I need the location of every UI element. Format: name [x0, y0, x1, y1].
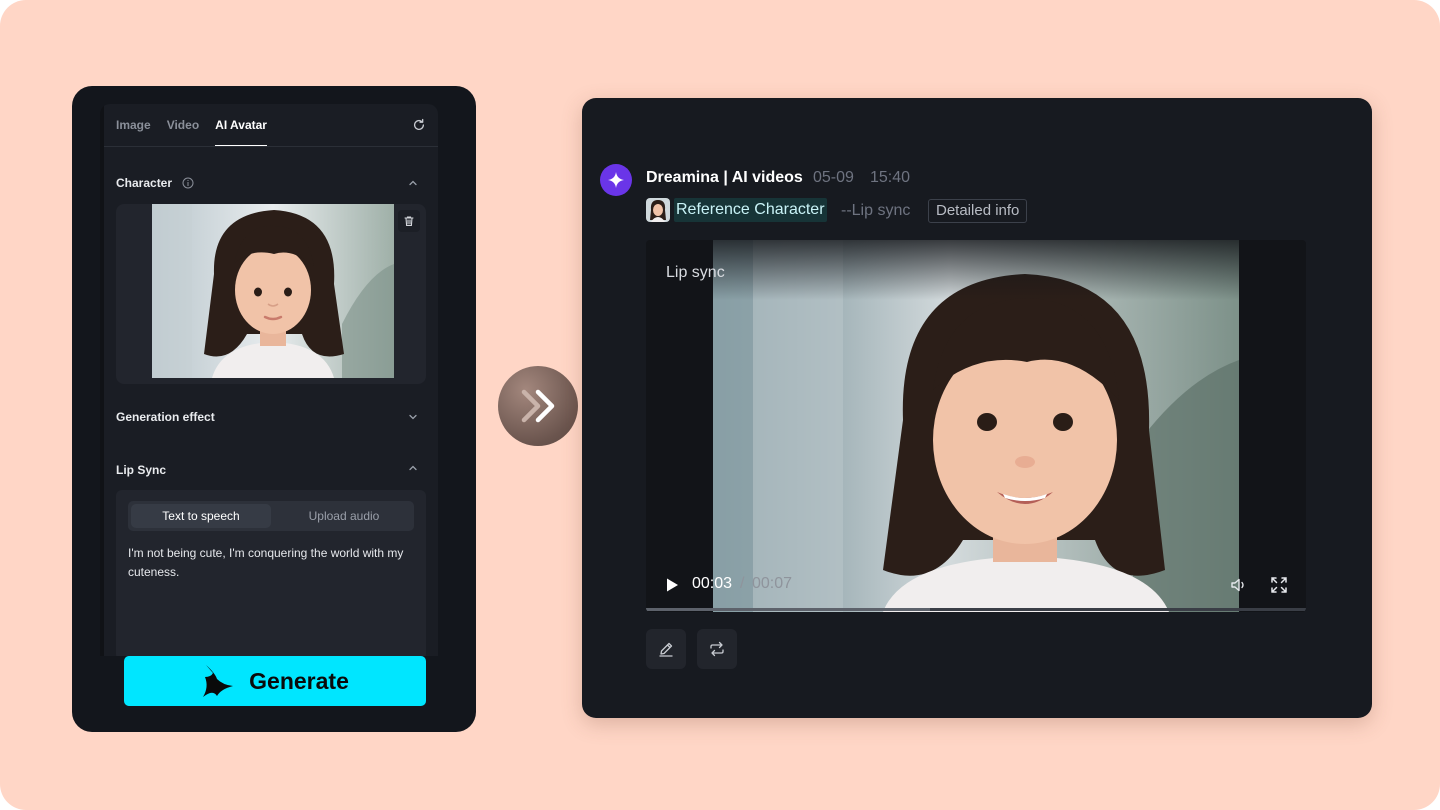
repeat-icon — [710, 641, 724, 657]
capcut-logo-icon — [203, 665, 234, 697]
lip-sync-title[interactable]: Lip Sync — [116, 463, 166, 477]
character-section-title: Character — [116, 176, 173, 190]
reference-character-tag[interactable]: Reference Character — [674, 198, 827, 222]
result-date: 05-09 — [813, 169, 854, 186]
info-icon[interactable] — [182, 177, 194, 189]
canvas-background: Image Video AI Avatar Character Generati… — [0, 0, 1440, 810]
video-top-shade — [646, 240, 1306, 300]
edit-button[interactable] — [646, 629, 686, 669]
upload-audio-tab[interactable]: Upload audio — [274, 501, 414, 531]
regenerate-button[interactable] — [697, 629, 737, 669]
character-photo — [152, 204, 394, 378]
video-player[interactable]: Lip sync 00:03 / 00:07 — [646, 240, 1306, 612]
chevron-up-icon[interactable] — [408, 463, 418, 473]
app-name: Dreamina | AI videos — [646, 169, 803, 186]
character-upload-box[interactable] — [116, 204, 426, 384]
generation-effect-title[interactable]: Generation effect — [116, 410, 215, 424]
mode-label: --Lip sync — [841, 202, 911, 219]
delete-character-button[interactable] — [398, 210, 420, 232]
generate-button[interactable]: Generate — [124, 656, 426, 706]
result-time: 15:40 — [870, 169, 911, 186]
refresh-icon[interactable] — [412, 118, 426, 132]
video-progress-fill — [646, 608, 930, 611]
generation-panel: Image Video AI Avatar Character Generati… — [72, 86, 476, 732]
settings-sidebar: Image Video AI Avatar Character Generati… — [100, 104, 438, 656]
transition-arrow — [498, 366, 578, 446]
time-separator: / — [740, 575, 745, 592]
edit-icon — [659, 642, 673, 657]
fullscreen-icon[interactable] — [1270, 576, 1288, 594]
tab-ai-avatar[interactable]: AI Avatar — [215, 118, 267, 147]
video-progress-track[interactable] — [646, 608, 1306, 611]
text-to-speech-tab[interactable]: Text to speech — [131, 504, 271, 528]
speech-text-input[interactable]: I'm not being cute, I'm conquering the w… — [128, 544, 414, 582]
reference-avatar — [646, 198, 670, 222]
chevron-down-icon[interactable] — [408, 412, 418, 422]
duration: 00:07 — [752, 575, 793, 592]
result-panel: Dreamina | AI videos 05-09 15:40 Referen… — [582, 98, 1372, 718]
sparkle-icon — [608, 172, 624, 188]
current-time: 00:03 — [692, 575, 733, 592]
trash-icon — [404, 216, 414, 227]
chevron-up-icon[interactable] — [408, 178, 418, 188]
detailed-info-button[interactable]: Detailed info — [928, 199, 1028, 223]
lip-sync-mode-switch: Text to speech Upload audio — [128, 501, 414, 531]
volume-icon[interactable] — [1230, 576, 1248, 594]
app-logo — [600, 164, 632, 196]
play-icon[interactable] — [664, 577, 680, 593]
mode-tabs: Image Video AI Avatar — [116, 118, 267, 147]
video-title: Lip sync — [666, 264, 725, 281]
tab-image[interactable]: Image — [116, 118, 151, 147]
tabs-divider — [104, 146, 438, 147]
double-chevron-right-icon — [521, 389, 555, 423]
lip-sync-box: Text to speech Upload audio I'm not bein… — [116, 490, 426, 656]
tab-video[interactable]: Video — [167, 118, 199, 147]
generate-label: Generate — [249, 667, 349, 694]
